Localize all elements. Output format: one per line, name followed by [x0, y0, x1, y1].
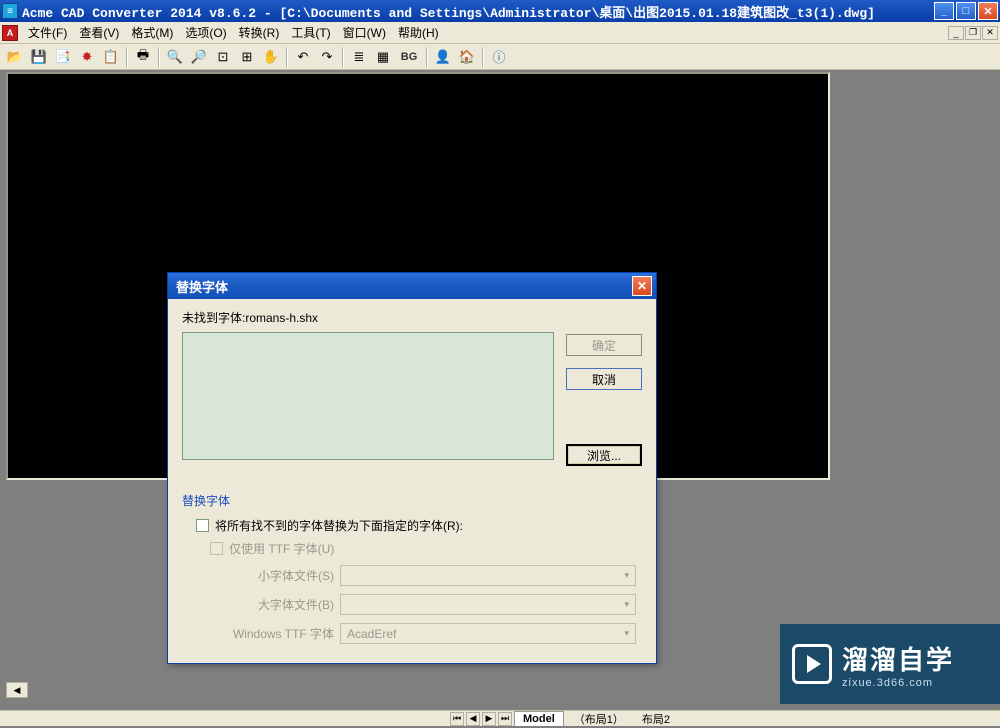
- bg-button[interactable]: BG: [396, 46, 422, 68]
- small-font-dropdown: ▾: [340, 565, 636, 586]
- dialog-message: 未找到字体:romans-h.shx: [182, 309, 642, 326]
- ttf-font-value: AcadEref: [347, 627, 396, 641]
- spacer: [566, 402, 642, 432]
- replace-all-label: 将所有找不到的字体替换为下面指定的字体(R):: [215, 517, 463, 534]
- menu-tools[interactable]: 工具(T): [285, 22, 336, 43]
- menu-file[interactable]: 文件(F): [22, 22, 73, 43]
- ttf-only-label: 仅使用 TTF 字体(U): [229, 540, 334, 557]
- info-icon[interactable]: ⓘ: [488, 46, 510, 68]
- tab-last-icon[interactable]: ⏭: [498, 712, 512, 726]
- zoom-window-icon[interactable]: ⊡: [212, 46, 234, 68]
- toolbar-separator: [286, 47, 288, 67]
- font-listbox[interactable]: [182, 332, 554, 460]
- ok-button[interactable]: 确定: [566, 334, 642, 356]
- pan-icon[interactable]: ✋: [260, 46, 282, 68]
- mdi-minimize[interactable]: _: [948, 26, 964, 40]
- menubar: A 文件(F) 查看(V) 格式(M) 选项(O) 转换(R) 工具(T) 窗口…: [0, 22, 1000, 44]
- toolbar-separator: [158, 47, 160, 67]
- dialog-close-button[interactable]: ✕: [632, 276, 652, 296]
- tab-model[interactable]: Model: [514, 711, 564, 726]
- mdi-window-controls: _ ❐ ✕: [948, 26, 998, 40]
- dialog-button-column: 确定 取消 浏览...: [566, 334, 642, 466]
- minimize-button[interactable]: _: [934, 2, 954, 20]
- toolbar-separator: [342, 47, 344, 67]
- browse-button[interactable]: 浏览...: [566, 444, 642, 466]
- tab-next-icon[interactable]: ▶: [482, 712, 496, 726]
- dialog-body: 未找到字体:romans-h.shx 确定 取消 浏览... 替换字体 将所有找…: [168, 299, 656, 654]
- ttf-font-row: Windows TTF 字体 AcadEref ▾: [218, 623, 642, 644]
- small-font-row: 小字体文件(S) ▾: [218, 565, 642, 586]
- big-font-label: 大字体文件(B): [218, 596, 334, 613]
- tab-first-icon[interactable]: ⏮: [450, 712, 464, 726]
- close-button[interactable]: ✕: [978, 2, 998, 20]
- ttf-only-checkbox: [210, 542, 223, 555]
- chevron-down-icon: ▾: [624, 628, 629, 639]
- toolbar-separator: [426, 47, 428, 67]
- copy-icon[interactable]: 📋: [100, 46, 122, 68]
- layouts-icon[interactable]: ▦: [372, 46, 394, 68]
- user-icon[interactable]: 👤: [432, 46, 454, 68]
- watermark: 溜溜自学 zixue.3d66.com: [780, 624, 1000, 704]
- replace-all-row: 将所有找不到的字体替换为下面指定的字体(R):: [196, 517, 642, 534]
- toolbar-separator: [482, 47, 484, 67]
- tab-prev-icon[interactable]: ◀: [466, 712, 480, 726]
- dialog-title: 替换字体: [172, 277, 632, 296]
- workspace: ◀ 替换字体 ✕ 未找到字体:romans-h.shx 确定 取消 浏览... …: [0, 70, 1000, 726]
- menu-view[interactable]: 查看(V): [73, 22, 125, 43]
- scroll-left-button[interactable]: ◀: [6, 682, 28, 698]
- ttf-font-label: Windows TTF 字体: [218, 625, 334, 642]
- watermark-url: zixue.3d66.com: [842, 677, 954, 689]
- print-icon[interactable]: 🖶: [132, 46, 154, 68]
- group-label: 替换字体: [182, 492, 642, 509]
- layers-icon[interactable]: ≣: [348, 46, 370, 68]
- ttf-font-dropdown: AcadEref ▾: [340, 623, 636, 644]
- save-icon[interactable]: 💾: [28, 46, 50, 68]
- menu-convert[interactable]: 转换(R): [233, 22, 286, 43]
- play-icon: [792, 644, 832, 684]
- chevron-down-icon: ▾: [624, 599, 629, 610]
- batch-icon[interactable]: ✸: [76, 46, 98, 68]
- replace-all-checkbox[interactable]: [196, 519, 209, 532]
- window-controls: _ □ ✕: [934, 2, 998, 20]
- toolbar-separator: [126, 47, 128, 67]
- small-font-label: 小字体文件(S): [218, 567, 334, 584]
- tab-layout1[interactable]: （布局1）: [566, 710, 632, 728]
- watermark-title: 溜溜自学: [842, 640, 954, 677]
- dialog-top-row: 确定 取消 浏览...: [182, 332, 642, 466]
- window-titlebar: ≡ Acme CAD Converter 2014 v8.6.2 - [C:\D…: [0, 0, 1000, 22]
- replace-font-dialog: 替换字体 ✕ 未找到字体:romans-h.shx 确定 取消 浏览... 替换…: [167, 272, 657, 664]
- zoom-in-icon[interactable]: 🔍: [164, 46, 186, 68]
- menu-format[interactable]: 格式(M): [125, 22, 179, 43]
- window-title: Acme CAD Converter 2014 v8.6.2 - [C:\Doc…: [22, 2, 934, 21]
- mdi-app-icon: A: [2, 25, 18, 41]
- tab-layout2[interactable]: 布局2: [634, 710, 678, 728]
- maximize-button[interactable]: □: [956, 2, 976, 20]
- chevron-down-icon: ▾: [624, 570, 629, 581]
- big-font-row: 大字体文件(B) ▾: [218, 594, 642, 615]
- layout-tabs: ⏮ ◀ ▶ ⏭ Model （布局1） 布局2: [0, 710, 1000, 726]
- home-icon[interactable]: 🏠: [456, 46, 478, 68]
- ttf-only-row: 仅使用 TTF 字体(U): [210, 540, 642, 557]
- app-icon: ≡: [2, 3, 18, 19]
- cancel-button[interactable]: 取消: [566, 368, 642, 390]
- mdi-close[interactable]: ✕: [982, 26, 998, 40]
- rotate-left-icon[interactable]: ↶: [292, 46, 314, 68]
- watermark-text: 溜溜自学 zixue.3d66.com: [842, 640, 954, 689]
- rotate-right-icon[interactable]: ↷: [316, 46, 338, 68]
- zoom-out-icon[interactable]: 🔎: [188, 46, 210, 68]
- mdi-restore[interactable]: ❐: [965, 26, 981, 40]
- open-icon[interactable]: 📂: [4, 46, 26, 68]
- big-font-dropdown: ▾: [340, 594, 636, 615]
- dialog-titlebar[interactable]: 替换字体 ✕: [168, 273, 656, 299]
- zoom-extents-icon[interactable]: ⊞: [236, 46, 258, 68]
- toolbar: 📂 💾 📑 ✸ 📋 🖶 🔍 🔎 ⊡ ⊞ ✋ ↶ ↷ ≣ ▦ BG 👤 🏠 ⓘ: [0, 44, 1000, 70]
- save-as-icon[interactable]: 📑: [52, 46, 74, 68]
- menu-options[interactable]: 选项(O): [179, 22, 232, 43]
- menu-window[interactable]: 窗口(W): [337, 22, 392, 43]
- menu-help[interactable]: 帮助(H): [392, 22, 445, 43]
